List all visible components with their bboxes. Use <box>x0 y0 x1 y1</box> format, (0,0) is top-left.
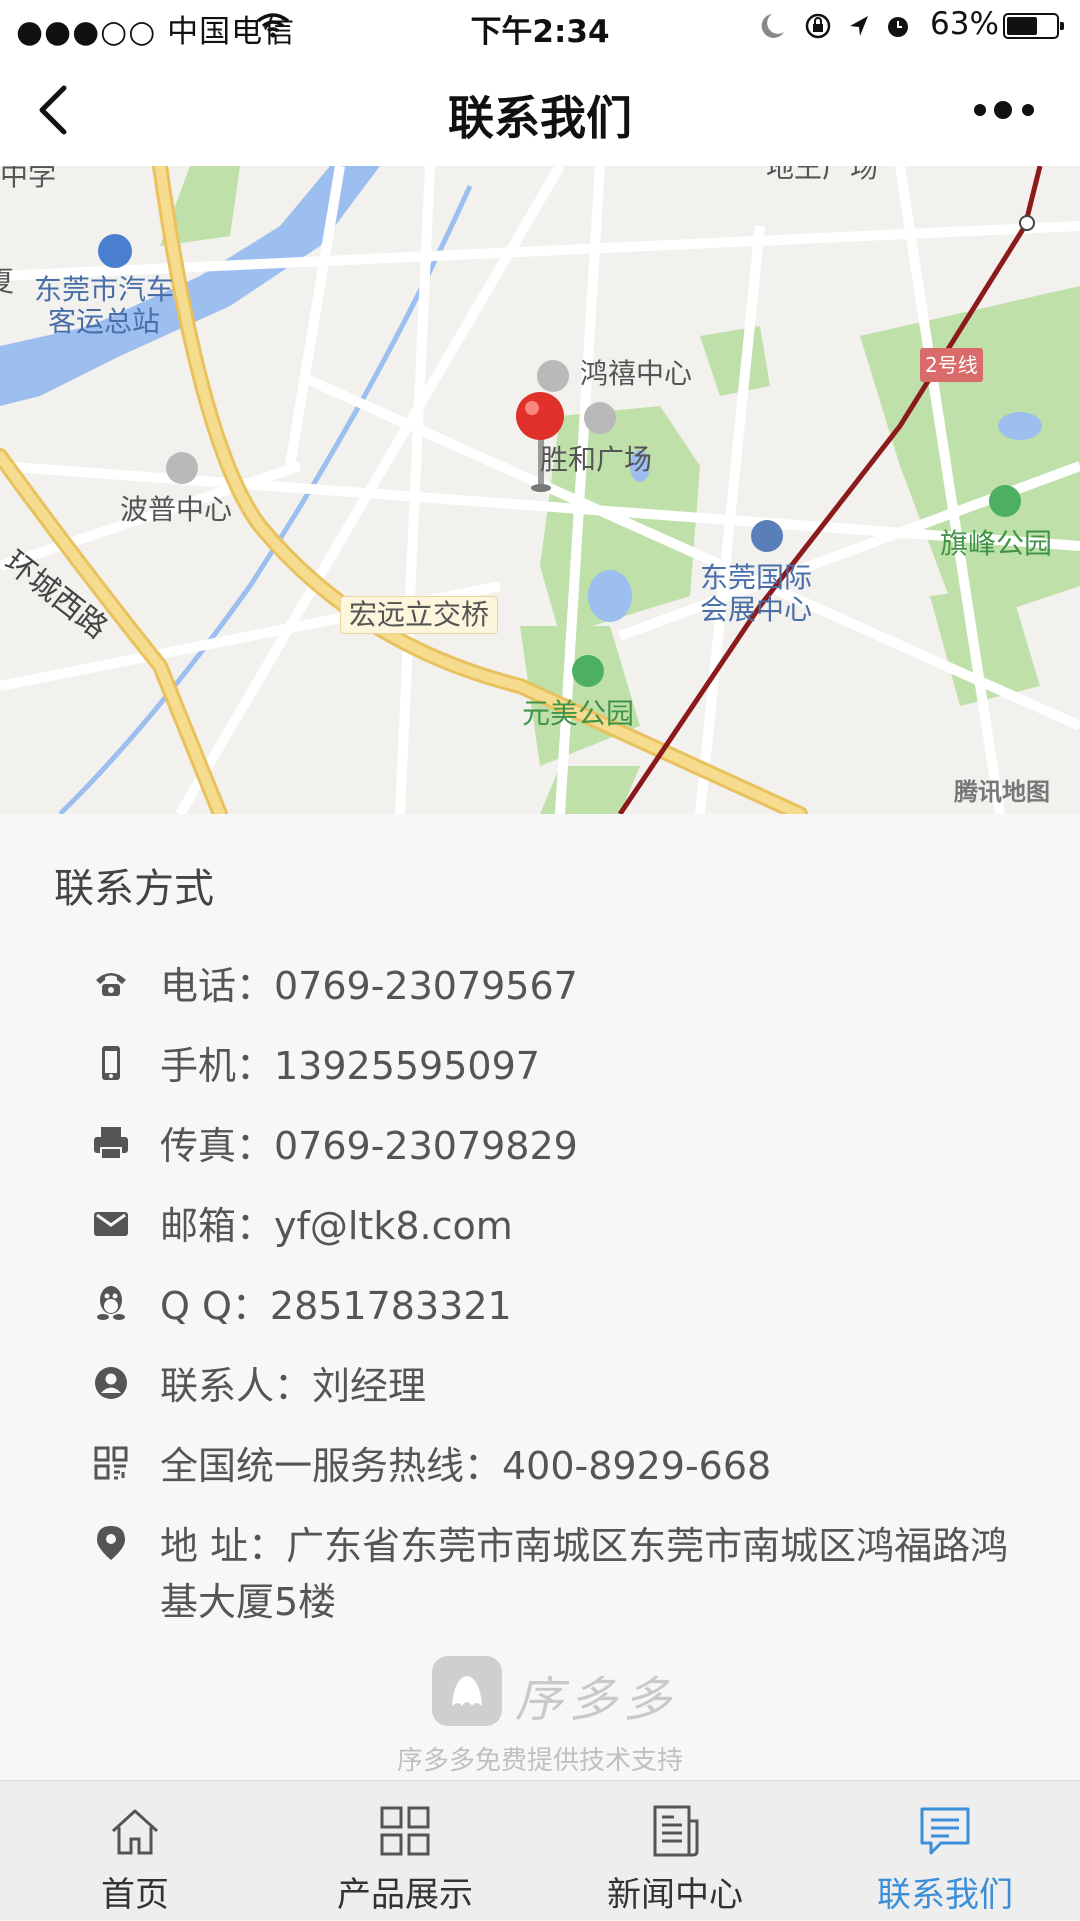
mobile-icon <box>102 1046 120 1080</box>
map-label-qifeng: 旗峰公园 <box>940 527 1053 560</box>
contact-text-qq: Q Q：2851783321 <box>160 1284 512 1328</box>
contact-text-person: 联系人：刘经理 <box>160 1364 427 1408</box>
location-arrow-icon <box>850 16 868 36</box>
home-icon <box>111 1809 159 1855</box>
grid-icon <box>380 1806 430 1856</box>
user-icon <box>95 1367 127 1399</box>
clock-label: 下午2:34 <box>470 14 610 50</box>
contact-text-hotline: 全国统一服务热线：400-8929-668 <box>160 1444 772 1488</box>
contact-text-mobile: 手机：13925595097 <box>160 1044 540 1088</box>
chat-icon <box>920 1807 970 1855</box>
tab-home[interactable]: 首页 <box>0 1781 270 1921</box>
more-button[interactable] <box>970 90 1040 130</box>
tab-home-label: 首页 <box>101 1875 169 1915</box>
hotline-icon <box>94 1446 128 1480</box>
nav-bar: 联系我们 <box>0 54 1080 166</box>
brand-logo <box>432 1656 502 1726</box>
octopus-icon <box>452 1676 482 1706</box>
map-label-hongxi: 鸿禧中心 <box>580 357 693 390</box>
tab-products-label: 产品展示 <box>337 1875 473 1915</box>
map-label-expo-text: 东莞国际 会展中心 <box>700 561 813 626</box>
fax-icon <box>94 1127 128 1160</box>
contact-text-fax: 传真：0769-23079829 <box>160 1124 578 1168</box>
brand-name: 序多多 <box>515 1672 678 1728</box>
news-icon <box>653 1805 699 1857</box>
mail-icon <box>94 1212 128 1236</box>
status-icons <box>761 13 908 39</box>
map-label-top-left: 中学 <box>0 166 57 192</box>
moon-icon <box>761 14 784 38</box>
battery-fill <box>1007 17 1037 35</box>
tab-contact-label: 联系我们 <box>877 1875 1013 1915</box>
brand-footer: 序多多 序多多免费提供技术支持 <box>0 1656 1080 1786</box>
map-view[interactable]: 东莞市汽车 客运总站 鸿禧中心 胜和广场 波普中心 环城西路 宏远立交桥 东莞国… <box>0 166 1080 814</box>
page-title: 联系我们 <box>448 91 632 145</box>
tab-news[interactable]: 新闻中心 <box>540 1781 810 1921</box>
tab-contact[interactable]: 联系我们 <box>810 1781 1080 1921</box>
battery-percent: 63% <box>930 6 999 42</box>
contact-title: 联系方式 <box>54 866 214 912</box>
contact-text-mail: 邮箱：yf@ltk8.com <box>160 1204 513 1248</box>
map-label-hongyuan: 宏远立交桥 <box>340 596 499 634</box>
tab-news-label: 新闻中心 <box>607 1875 743 1915</box>
map-label-bopu: 波普中心 <box>120 493 233 526</box>
qq-icon <box>97 1286 125 1320</box>
map-label-station-text: 东莞市汽车 客运总站 <box>34 273 175 338</box>
alarm-icon <box>888 17 908 37</box>
map-label-yuanmei: 元美公园 <box>522 697 635 730</box>
map-label-station: 东莞市汽车 客运总站 <box>34 274 174 338</box>
phone-icon <box>96 973 126 996</box>
status-bar: ●●●○○ 中国电信 下午2:34 63% <box>0 0 1080 54</box>
contact-text-phone: 电话：0769-23079567 <box>160 964 578 1008</box>
tab-bar: 首页 产品展示 新闻中心 联系我们 <box>0 1780 1080 1920</box>
contact-section: 联系方式 电话：0769-23079567 手机：13925595097 传真：… <box>0 814 1080 1780</box>
map-label-top-center: 地王广场 <box>766 166 879 184</box>
map-watermark: 腾讯地图 <box>954 778 1050 806</box>
map-label-expo: 东莞国际 会展中心 <box>700 562 812 626</box>
contact-text-address: 地 址：广东省东莞市南城区东莞市南城区鸿福路鸿基大厦5楼 <box>160 1524 1009 1624</box>
map-label-line2: 2号线 <box>920 348 983 382</box>
map-label-left-edge: 夏 <box>0 265 15 298</box>
location-icon <box>97 1526 125 1560</box>
tab-products[interactable]: 产品展示 <box>270 1781 540 1921</box>
brand-support-text[interactable]: 序多多免费提供技术支持 <box>0 1740 1080 1777</box>
rotation-lock-icon <box>805 13 831 39</box>
battery-icon <box>1003 13 1064 39</box>
map-label-shenghe: 胜和广场 <box>540 443 653 476</box>
